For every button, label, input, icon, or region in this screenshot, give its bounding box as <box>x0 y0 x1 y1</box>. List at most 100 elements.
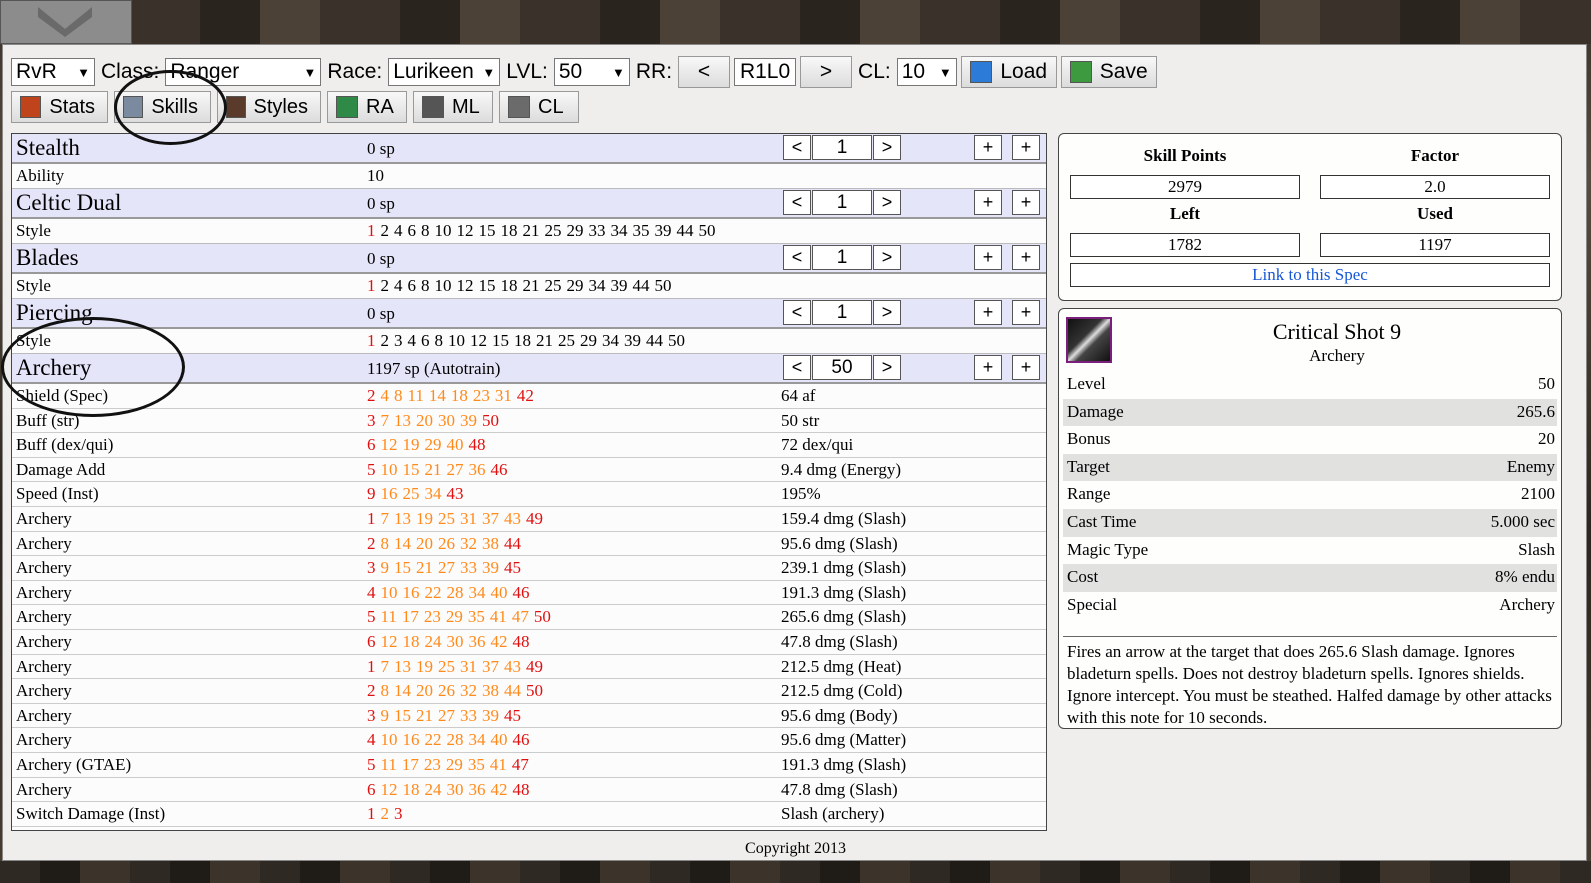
chevron-down-icon <box>38 7 92 37</box>
skill-level-input[interactable]: 1 <box>812 190 872 215</box>
add-max-button[interactable]: + <box>1012 190 1040 215</box>
detail-key: Range <box>1067 484 1111 504</box>
add-max-button[interactable]: + <box>1012 355 1040 380</box>
level-number: 2 <box>380 276 390 295</box>
ability-row[interactable]: Buff (str) 3 7 13 20 30 39 50 50 str <box>12 409 1046 434</box>
level-number: 18 <box>514 331 531 350</box>
level-number: 34 <box>602 331 619 350</box>
decrease-button[interactable]: < <box>783 355 811 380</box>
level-number: 33 <box>460 705 477 725</box>
spec-link[interactable]: Link to this Spec <box>1070 263 1550 287</box>
level-number: 8 <box>380 681 390 701</box>
level-number: 29 <box>445 607 463 627</box>
decrease-button[interactable]: < <box>783 135 811 160</box>
collapse-toggle[interactable] <box>0 0 132 44</box>
level-number: 20 <box>416 533 433 553</box>
level-number: 25 <box>438 656 455 676</box>
ability-row[interactable]: Archery (GTAE) 5 11 17 23 29 35 41 47 191.3 dmg (… <box>12 753 1046 778</box>
bottom-banner <box>0 861 1591 883</box>
ability-row[interactable]: Archery 5 11 17 23 29 35 41 47 50 265.6 dmg (Slash… <box>12 605 1046 630</box>
level-number: 6 <box>367 435 376 455</box>
detail-row: Bonus 20 <box>1063 426 1557 454</box>
ability-row[interactable]: Buff (dex/qui) 6 12 19 29 40 48 72 dex/qui <box>12 433 1046 458</box>
level-number: 27 <box>438 558 455 578</box>
ability-row[interactable]: Archery 4 10 16 22 28 34 40 46 95.6 dmg (Matter) <box>12 728 1046 753</box>
ability-row[interactable]: Archery 2 8 14 20 26 32 38 44 50 212.5 dmg (Cold) <box>12 679 1046 704</box>
add-max-button[interactable]: + <box>1012 300 1040 325</box>
rr-prev-button[interactable]: < <box>678 56 731 88</box>
level-number: 35 <box>467 754 485 774</box>
ability-row[interactable]: Archery 6 12 18 24 30 36 42 48 47.8 dmg (Slash) <box>12 778 1046 803</box>
level-number: 12 <box>470 331 487 350</box>
tab-stats[interactable]: Stats <box>11 91 108 123</box>
rr-next-button[interactable]: > <box>800 56 853 88</box>
level-number: 32 <box>460 533 477 553</box>
skill-level-input[interactable]: 1 <box>812 300 872 325</box>
ability-row[interactable]: Archery 1 7 13 19 25 31 37 43 49 212.5 dmg (Heat) <box>12 655 1046 680</box>
ability-value: Slash (archery) <box>781 804 885 824</box>
ability-row[interactable]: Archery 2 8 14 20 26 32 38 44 95.6 dmg (Slash) <box>12 532 1046 557</box>
increase-button[interactable]: > <box>873 135 901 160</box>
add-button[interactable]: + <box>974 300 1002 325</box>
lvl-select[interactable]: 50 ▼ <box>553 58 630 86</box>
increase-button[interactable]: > <box>873 300 901 325</box>
level-number: 2 <box>367 386 376 405</box>
add-button[interactable]: + <box>974 245 1002 270</box>
ability-value: 191.3 dmg (Slash) <box>781 754 907 774</box>
cl-select[interactable]: 10 ▼ <box>896 58 957 86</box>
add-button[interactable]: + <box>974 355 1002 380</box>
level-number: 34 <box>468 730 486 750</box>
level-number: 15 <box>492 331 509 350</box>
race-select[interactable]: Lurikeen ▼ <box>388 58 501 86</box>
level-number: 2 <box>380 804 390 824</box>
ability-name: Archery <box>16 533 72 553</box>
detail-row: Range 2100 <box>1063 481 1557 509</box>
add-button[interactable]: + <box>974 135 1002 160</box>
level-number: 8 <box>434 331 444 350</box>
mode-select[interactable]: RvR ▼ <box>11 58 95 86</box>
level-number: 43 <box>504 656 521 676</box>
ability-levels: 1 7 13 19 25 31 37 43 49 <box>367 657 548 677</box>
level-number: 20 <box>416 410 433 430</box>
tab-ra[interactable]: RA <box>327 91 407 123</box>
ability-row[interactable]: Damage Add 5 10 15 21 27 36 46 9.4 dmg (Energy) <box>12 458 1046 483</box>
ability-row[interactable]: Archery 3 9 15 21 27 33 39 45 95.6 dmg (Body) <box>12 704 1046 729</box>
decrease-button[interactable]: < <box>783 300 811 325</box>
ability-row[interactable]: Archery 3 9 15 21 27 33 39 45 239.1 dmg (Slash) <box>12 556 1046 581</box>
add-button[interactable]: + <box>974 190 1002 215</box>
increase-button[interactable]: > <box>873 355 901 380</box>
add-max-button[interactable]: + <box>1012 245 1040 270</box>
skill-level-input[interactable]: 50 <box>812 355 872 380</box>
level-number: 46 <box>490 459 508 479</box>
decrease-button[interactable]: < <box>783 190 811 215</box>
increase-button[interactable]: > <box>873 245 901 270</box>
ability-row[interactable]: Speed (Inst) 9 16 25 34 43 195% <box>12 482 1046 507</box>
factor-value: 2.0 <box>1320 175 1550 199</box>
skill-level-input[interactable]: 1 <box>812 135 872 160</box>
ability-row[interactable]: Archery 1 7 13 19 25 31 37 43 49 159.4 dmg (Slash) <box>12 507 1046 532</box>
ability-row[interactable]: Archery 6 12 18 24 30 36 42 48 47.8 dmg (Slash) <box>12 630 1046 655</box>
level-number: 29 <box>580 331 597 350</box>
level-number: 22 <box>424 582 442 602</box>
tab-styles[interactable]: Styles <box>217 91 321 123</box>
ability-levels: 5 11 17 23 29 35 41 47 <box>367 755 534 775</box>
level-number: 6 <box>407 221 417 240</box>
archery-ability-list: Shield (Spec) 2 4 8 11 14 18 23 31 42 64 af Buff (s… <box>12 384 1046 827</box>
style-levels: 1 2 4 6 8 10 12 15 18 21 25 29 33 34 35 39 44 50 <box>367 221 721 241</box>
tab-label: CL <box>538 95 564 118</box>
level-number: 10 <box>448 331 465 350</box>
level-number: 43 <box>446 484 464 504</box>
skill-level-input[interactable]: 1 <box>812 245 872 270</box>
tab-ml[interactable]: ML <box>413 91 493 123</box>
ability-row[interactable]: Switch Damage (Inst) 1 2 3 Slash (archery) <box>12 802 1046 827</box>
decrease-button[interactable]: < <box>783 245 811 270</box>
level-number: 4 <box>394 276 403 295</box>
level-number: 16 <box>402 730 420 750</box>
add-max-button[interactable]: + <box>1012 135 1040 160</box>
increase-button[interactable]: > <box>873 190 901 215</box>
save-button[interactable]: Save <box>1060 56 1157 88</box>
tab-cl[interactable]: CL <box>499 91 579 123</box>
style-row: Style 1 2 4 6 8 10 12 15 18 21 25 29 33 34 35 39 44 50 <box>12 219 1046 244</box>
load-button[interactable]: Load <box>960 56 1057 88</box>
ability-row[interactable]: Archery 4 10 16 22 28 34 40 46 191.3 dmg (Slash) <box>12 581 1046 606</box>
